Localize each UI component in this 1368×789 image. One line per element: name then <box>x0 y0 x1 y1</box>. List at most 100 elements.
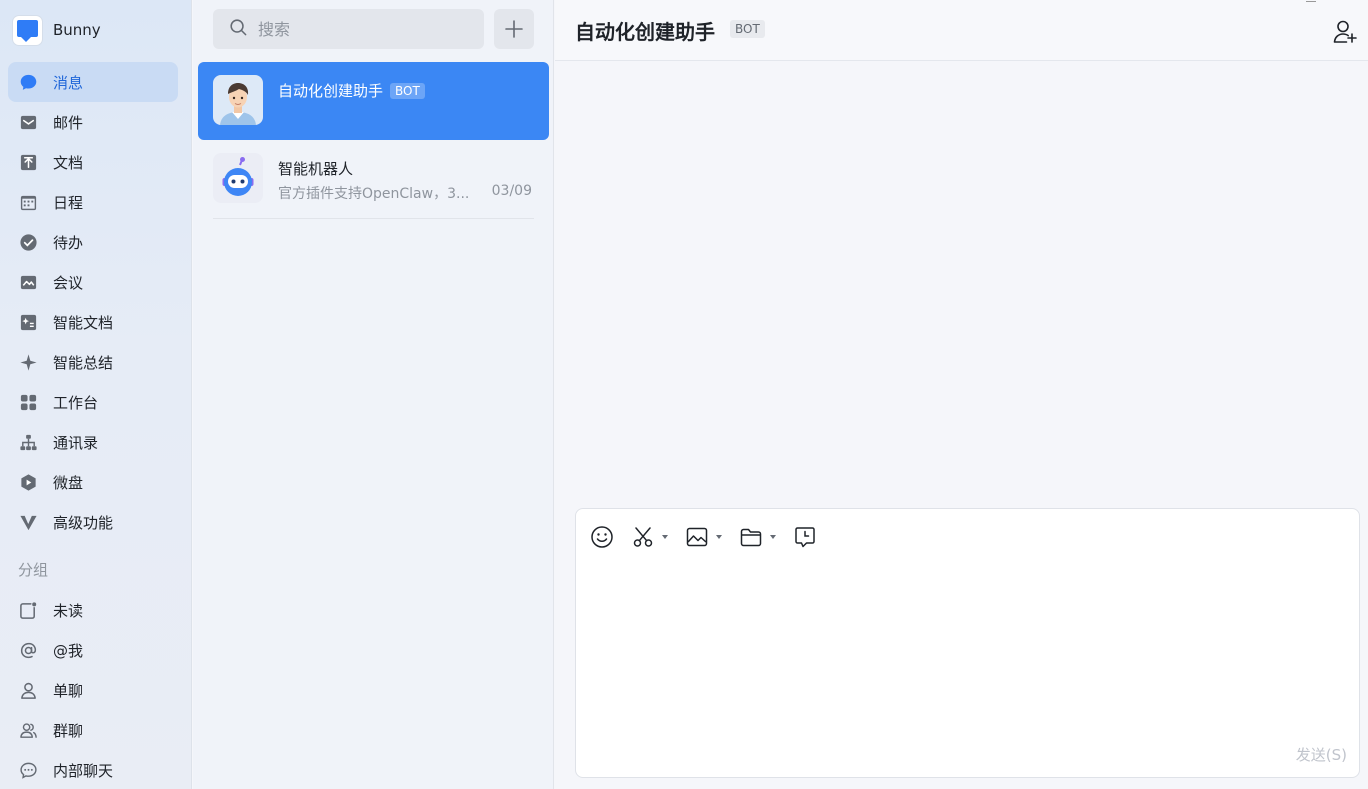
org-chart-icon <box>18 432 38 452</box>
sidebar-item-drive[interactable]: 微盘 <box>8 462 178 502</box>
clock-message-icon <box>795 527 815 548</box>
robot-avatar-icon <box>213 153 263 203</box>
sidebar-item-todo[interactable]: 待办 <box>8 222 178 262</box>
main-nav: 消息 邮件 文档 日程 待办 会议 智能文档 智能总结 工作台 通讯录 微盘 高… <box>8 62 178 542</box>
add-button[interactable] <box>494 9 534 49</box>
conversation-time: 03/09 <box>491 183 532 199</box>
check-circle-icon <box>18 232 38 252</box>
brand[interactable]: Bunny <box>13 14 101 46</box>
sidebar: Bunny 消息 邮件 文档 日程 待办 会议 智能文档 智能总结 工作台 通讯… <box>0 0 192 789</box>
composer-toolbar <box>590 523 834 551</box>
meeting-icon <box>18 272 38 292</box>
minimize-button[interactable] <box>1306 0 1316 2</box>
plus-icon <box>505 20 523 38</box>
sidebar-item-label: 文档 <box>53 153 84 172</box>
calendar-icon <box>18 192 38 212</box>
mail-icon <box>18 112 38 132</box>
sidebar-item-calendar[interactable]: 日程 <box>8 182 178 222</box>
bot-badge: BOT <box>730 20 765 38</box>
sidebar-item-label: 待办 <box>53 233 84 252</box>
sidebar-item-label: 通讯录 <box>53 433 99 452</box>
v-logo-icon <box>18 512 38 532</box>
group-item-direct[interactable]: 单聊 <box>8 670 178 710</box>
sidebar-item-smart-docs[interactable]: 智能文档 <box>8 302 178 342</box>
group-item-label: 内部聊天 <box>53 761 114 780</box>
group-item-groups[interactable]: 群聊 <box>8 710 178 750</box>
chevron-down-icon[interactable] <box>716 535 722 539</box>
conversation-item[interactable]: 智能机器人 官方插件支持OpenClaw，3... 03/09 <box>198 140 549 218</box>
file-button[interactable] <box>739 523 776 551</box>
conversation-title: 自动化创建助手 <box>278 82 384 100</box>
sidebar-item-advanced[interactable]: 高级功能 <box>8 502 178 542</box>
group-item-internal[interactable]: 内部聊天 <box>8 750 178 789</box>
cloud-drive-icon <box>18 472 38 492</box>
sidebar-item-label: 工作台 <box>53 393 99 412</box>
folder-icon <box>740 528 762 547</box>
conversation-title-row: 自动化创建助手 BOT <box>278 80 425 101</box>
schedule-message-button[interactable] <box>793 523 817 551</box>
sidebar-item-label: 日程 <box>53 193 84 212</box>
send-button[interactable]: 发送(S) <box>1296 744 1347 765</box>
chat-title: 自动化创建助手 <box>575 20 715 44</box>
at-icon <box>18 640 38 660</box>
sidebar-item-smart-summary[interactable]: 智能总结 <box>8 342 178 382</box>
unread-icon <box>18 600 38 620</box>
chevron-down-icon[interactable] <box>662 535 668 539</box>
image-button[interactable] <box>685 523 722 551</box>
chat-header: 自动化创建助手 BOT <box>555 0 1368 61</box>
search-icon <box>229 18 248 41</box>
internal-chat-icon <box>18 760 38 780</box>
group-item-label: @我 <box>53 641 84 660</box>
sidebar-item-messages[interactable]: 消息 <box>8 62 178 102</box>
app-logo-icon <box>13 15 42 45</box>
conversation-item[interactable]: 自动化创建助手 BOT <box>198 62 549 140</box>
screenshot-button[interactable] <box>631 523 668 551</box>
grid-icon <box>18 392 38 412</box>
group-icon <box>18 720 38 740</box>
group-nav: 未读 @我 单聊 群聊 内部聊天 <box>8 590 178 789</box>
add-person-icon <box>1333 20 1357 43</box>
conversation-title: 智能机器人 <box>278 160 354 178</box>
sidebar-item-label: 消息 <box>53 73 84 92</box>
chevron-down-icon[interactable] <box>770 535 776 539</box>
emoji-button[interactable] <box>590 523 614 551</box>
conversation-list-panel: 自动化创建助手 BOT 智能机器人 官方插件支持OpenClaw，3... 03… <box>193 0 554 789</box>
divider <box>213 218 534 219</box>
group-item-label: 未读 <box>53 601 84 620</box>
search-input[interactable] <box>258 19 458 39</box>
person-icon <box>18 680 38 700</box>
group-section-title: 分组 <box>18 561 49 579</box>
search-box[interactable] <box>213 9 484 49</box>
bot-badge: BOT <box>390 82 425 99</box>
group-item-mentions[interactable]: @我 <box>8 630 178 670</box>
sidebar-item-docs[interactable]: 文档 <box>8 142 178 182</box>
chat-pane: 自动化创建助手 BOT 发送(S) <box>555 0 1368 789</box>
group-item-label: 群聊 <box>53 721 84 740</box>
document-icon <box>18 152 38 172</box>
group-item-label: 单聊 <box>53 681 84 700</box>
sidebar-item-label: 邮件 <box>53 113 84 132</box>
sidebar-item-label: 微盘 <box>53 473 84 492</box>
conversation-preview: 官方插件支持OpenClaw，3... <box>278 186 470 202</box>
group-item-unread[interactable]: 未读 <box>8 590 178 630</box>
sidebar-item-contacts[interactable]: 通讯录 <box>8 422 178 462</box>
sidebar-item-label: 高级功能 <box>53 513 114 532</box>
sidebar-item-meeting[interactable]: 会议 <box>8 262 178 302</box>
image-icon <box>686 527 708 547</box>
sparkle-icon <box>18 352 38 372</box>
emoji-icon <box>591 526 613 548</box>
sidebar-item-label: 智能总结 <box>53 353 114 372</box>
sidebar-item-label: 会议 <box>53 273 84 292</box>
sidebar-item-label: 智能文档 <box>53 313 114 332</box>
add-member-button[interactable] <box>1332 18 1358 44</box>
chat-bubble-icon <box>18 72 38 92</box>
sidebar-item-mail[interactable]: 邮件 <box>8 102 178 142</box>
message-input[interactable] <box>590 565 1345 735</box>
smart-doc-icon <box>18 312 38 332</box>
scissors-icon <box>633 527 653 547</box>
avatar <box>213 75 263 125</box>
message-composer: 发送(S) <box>575 508 1360 778</box>
conversation-title-row: 智能机器人 <box>278 158 353 179</box>
app-name: Bunny <box>53 21 101 39</box>
sidebar-item-workbench[interactable]: 工作台 <box>8 382 178 422</box>
